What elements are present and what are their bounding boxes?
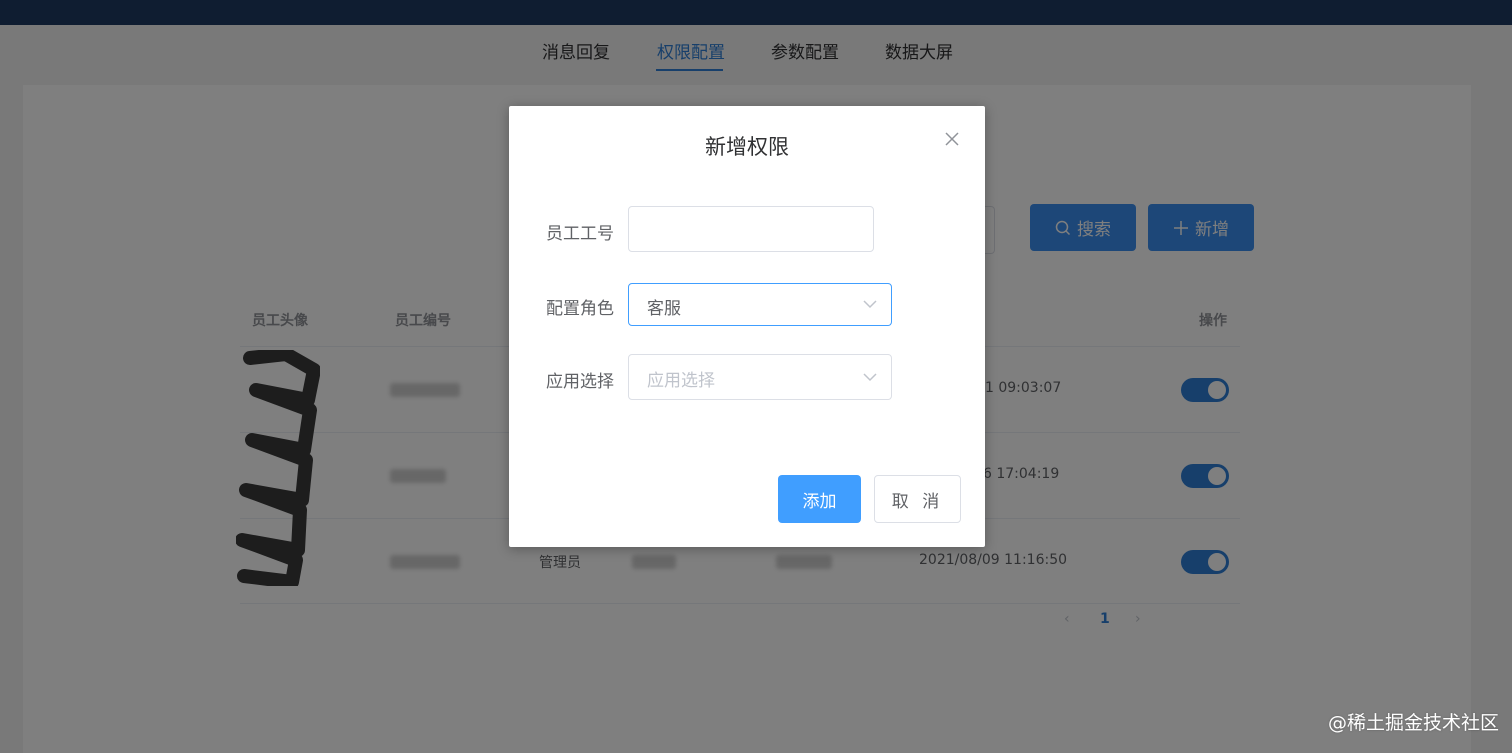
add-permission-dialog: 新增权限 员工工号 配置角色 客服 应用选择 应用选择 添加 取 消 bbox=[509, 106, 985, 547]
chevron-down-icon bbox=[863, 373, 877, 382]
app-select[interactable]: 应用选择 bbox=[628, 354, 892, 400]
cancel-button[interactable]: 取 消 bbox=[874, 475, 961, 523]
role-label: 配置角色 bbox=[546, 299, 614, 319]
employee-id-input[interactable] bbox=[628, 206, 874, 252]
chevron-down-icon bbox=[863, 300, 877, 309]
role-select[interactable]: 客服 bbox=[628, 283, 892, 326]
confirm-add-button[interactable]: 添加 bbox=[778, 475, 861, 523]
app-label: 应用选择 bbox=[546, 372, 614, 392]
watermark: @稀土掘金技术社区 bbox=[1328, 712, 1500, 734]
role-select-value: 客服 bbox=[647, 299, 681, 319]
app-select-placeholder: 应用选择 bbox=[647, 371, 715, 391]
employee-id-label: 员工工号 bbox=[546, 224, 614, 244]
dialog-title: 新增权限 bbox=[705, 135, 789, 159]
close-icon[interactable] bbox=[943, 130, 961, 148]
